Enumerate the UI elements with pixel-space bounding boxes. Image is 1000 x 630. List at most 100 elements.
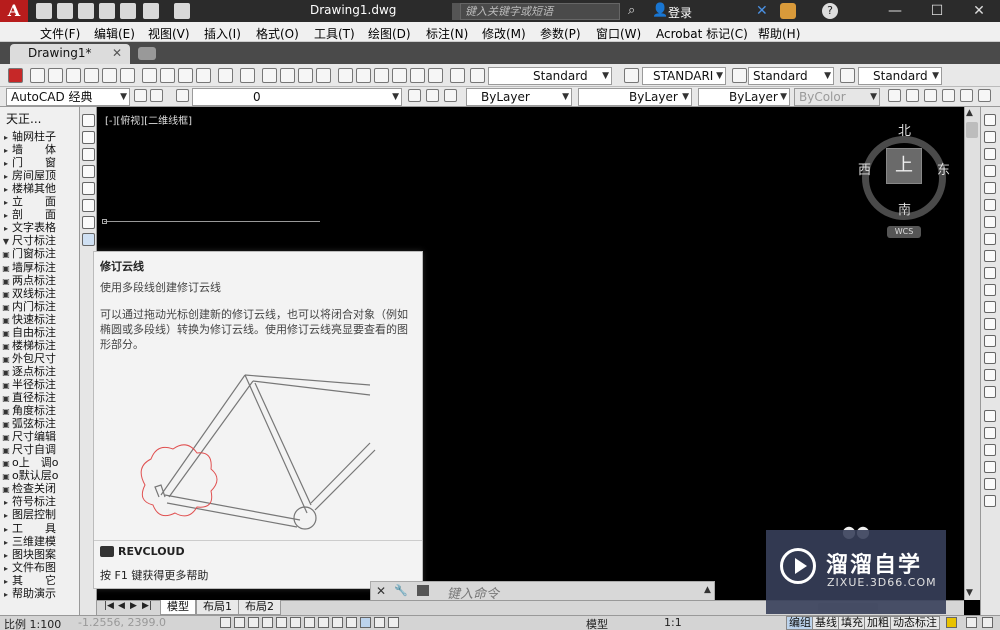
panel-item[interactable]: ▣ 直径标注 (0, 389, 80, 404)
cut-icon[interactable] (142, 68, 157, 83)
rotate-icon[interactable] (984, 216, 996, 228)
compass-east[interactable]: 东 (937, 159, 950, 178)
help-tb-icon[interactable] (450, 68, 465, 83)
save-as-icon[interactable] (99, 3, 115, 19)
lineweight-dropdown[interactable]: ByLayer ▼ (698, 88, 790, 106)
lwt-icon[interactable] (346, 617, 357, 628)
scroll-thumb[interactable] (966, 122, 978, 138)
panel-item[interactable]: ▣ 两点标注 (0, 272, 80, 287)
zoom-window-icon[interactable] (298, 68, 313, 83)
panel-item[interactable]: ▸ 其 它 (0, 572, 80, 587)
panel-item[interactable]: ▣ 逐点标注 (0, 363, 80, 378)
panel-item[interactable]: ▸ 帮助演示 (0, 585, 80, 600)
undo-tb-icon[interactable] (218, 68, 233, 83)
save-file-icon[interactable] (66, 68, 81, 83)
last-layout-icon[interactable]: ▶| (142, 601, 152, 611)
plot-icon[interactable] (84, 68, 99, 83)
menu-help[interactable]: 帮助(H) (758, 25, 800, 42)
lightbulb-icon[interactable] (946, 617, 957, 628)
modify-tool-icon-19[interactable] (984, 427, 996, 439)
help-icon[interactable]: ? (822, 3, 838, 19)
panel-item[interactable]: ▣ 检查关闭 (0, 480, 80, 495)
search-input[interactable]: 键入关键字或短语 (460, 3, 620, 20)
panel-item[interactable]: ▣ 墙厚标注 (0, 259, 80, 274)
tab-layout2[interactable]: 布局2 (238, 600, 281, 615)
explode-icon[interactable] (984, 369, 996, 381)
menu-file[interactable]: 文件(F) (40, 25, 80, 42)
extend-icon[interactable] (984, 284, 996, 296)
modify-tool-icon-20[interactable] (984, 444, 996, 456)
open-file-icon[interactable] (48, 68, 63, 83)
move-icon[interactable] (984, 199, 996, 211)
panel-item[interactable]: ▣ 弧弦标注 (0, 415, 80, 430)
zoom-previous-icon[interactable] (316, 68, 331, 83)
panel-item[interactable]: ▸ 工 具 (0, 520, 80, 535)
make-current-icon[interactable] (408, 89, 421, 102)
construction-line-icon[interactable] (82, 131, 95, 144)
layer-state-icon[interactable] (176, 89, 189, 102)
user-icon[interactable]: 👤 (652, 3, 668, 18)
bold-toggle[interactable]: 加粗 (864, 616, 892, 630)
panel-item[interactable]: ▸ 文字表格 (0, 219, 80, 234)
modify-tool-icon-22[interactable] (984, 478, 996, 490)
dim-style-dropdown[interactable]: STANDARI ▼ (642, 67, 726, 85)
panel-item[interactable]: ▣ 快速标注 (0, 311, 80, 326)
menu-tools[interactable]: 工具(T) (314, 25, 355, 42)
baseline-toggle[interactable]: 基线 (812, 616, 840, 630)
stretch-icon[interactable] (984, 250, 996, 262)
app-store-icon[interactable] (780, 3, 796, 19)
panel-item[interactable]: ▸ 立 面 (0, 193, 80, 208)
panel-item[interactable]: ▣ 门窗标注 (0, 245, 80, 260)
scroll-down-icon[interactable]: ▼ (966, 588, 973, 598)
modify-tool-icon-21[interactable] (984, 461, 996, 473)
markup-icon[interactable] (410, 68, 425, 83)
compass-west[interactable]: 西 (858, 159, 871, 178)
line-icon[interactable] (82, 114, 95, 127)
exchange-icon[interactable]: ✕ (756, 3, 772, 19)
save-icon[interactable] (78, 3, 94, 19)
compass-south[interactable]: 南 (898, 199, 911, 218)
open-icon[interactable] (57, 3, 73, 19)
arc-icon[interactable] (82, 199, 95, 212)
color-dropdown[interactable]: ByLayer ▼ (466, 88, 572, 106)
panel-item[interactable]: ▸ 房间屋顶 (0, 167, 80, 182)
text-style-dropdown[interactable]: Standard ▼ (488, 67, 612, 85)
command-prompt-icon[interactable] (417, 585, 429, 596)
publish-icon[interactable] (120, 68, 135, 83)
pan-icon[interactable] (262, 68, 277, 83)
layer-tool-icon-5[interactable] (960, 89, 973, 102)
panel-item[interactable]: ▸ 楼梯其他 (0, 180, 80, 195)
coordinates-readout[interactable]: -1.2556, 2399.0 (78, 616, 166, 629)
3dosnap-icon[interactable] (290, 617, 301, 628)
panel-item[interactable]: ▸ 符号标注 (0, 493, 80, 508)
panel-item[interactable]: ▣ 楼梯标注 (0, 337, 80, 352)
wrench-icon[interactable]: 🔧 (394, 584, 408, 597)
design-center-icon[interactable] (356, 68, 371, 83)
plotstyle-dropdown[interactable]: ByColor ▼ (794, 88, 880, 106)
erase-icon[interactable] (984, 114, 996, 126)
workspace-settings-icon[interactable] (134, 89, 147, 102)
copy-object-icon[interactable] (984, 131, 996, 143)
panel-item[interactable]: ▸ 门 窗 (0, 154, 80, 169)
login-link[interactable]: 登录 (668, 4, 692, 21)
panel-item[interactable]: ▣ 半径标注 (0, 376, 80, 391)
modify-tool-icon-17[interactable] (984, 386, 996, 398)
workspace-dropdown[interactable]: AutoCAD 经典 ▼ (6, 88, 130, 106)
break-icon[interactable] (984, 301, 996, 313)
match-prop-icon[interactable] (196, 68, 211, 83)
paste-icon[interactable] (178, 68, 193, 83)
tab-layout1[interactable]: 布局1 (196, 600, 239, 615)
panel-item[interactable]: ▣ 尺寸自调 (0, 441, 80, 456)
panel-item[interactable]: ▼ 尺寸标注 (0, 232, 80, 247)
status-settings-icon[interactable] (966, 617, 977, 628)
mleader-style-dropdown[interactable]: Standard ▼ (858, 67, 942, 85)
annotation-scale[interactable]: 比例 1:100 (4, 616, 61, 630)
layer-dropdown[interactable]: 0 ▼ (192, 88, 402, 106)
tool-palettes-icon[interactable] (374, 68, 389, 83)
viewcube-top-face[interactable]: 上 (886, 148, 922, 184)
rectangle-icon[interactable] (82, 182, 95, 195)
sheet-set-icon[interactable] (392, 68, 407, 83)
ortho-icon[interactable] (248, 617, 259, 628)
menu-modify[interactable]: 修改(M) (482, 25, 526, 42)
layer-tool-icon-3[interactable] (924, 89, 937, 102)
